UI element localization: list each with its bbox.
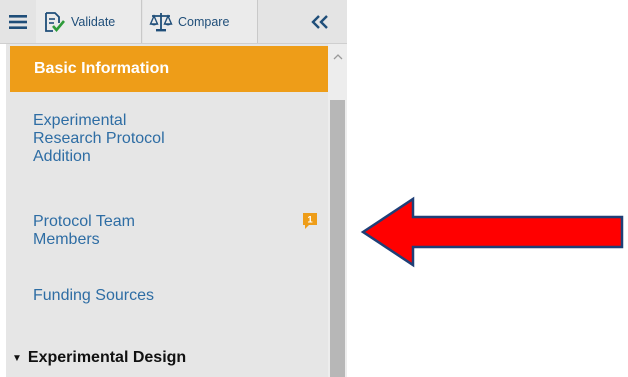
validate-button[interactable]: Validate <box>36 0 142 43</box>
nav-item-label-line: Funding Sources <box>33 287 154 304</box>
comment-badge-icon[interactable]: 1 <box>302 212 318 230</box>
section-title: Experimental Design <box>27 349 187 366</box>
nav-item-label-line: Research Protocol <box>33 130 165 147</box>
hamburger-icon <box>9 14 27 29</box>
double-chevron-left-icon <box>311 14 328 29</box>
nav-item-funding-sources[interactable]: Funding Sources <box>33 287 154 305</box>
document-check-icon <box>45 11 65 32</box>
protocol-sidebar: Validate Compare Basic Information Exper… <box>0 0 347 377</box>
nav-item-label-line: Addition <box>33 148 91 165</box>
balance-scale-icon <box>149 12 173 31</box>
compare-label: Compare <box>178 14 230 29</box>
nav-item-experimental-research-protocol-addition[interactable]: Experimental Research Protocol Addition <box>33 112 165 166</box>
menu-button[interactable] <box>4 0 32 43</box>
nav-item-basic-information[interactable]: Basic Information <box>10 46 328 92</box>
section-experimental-design[interactable]: ▼ Experimental Design <box>0 346 328 370</box>
caret-down-icon: ▼ <box>12 352 22 364</box>
red-arrow-icon <box>360 196 624 268</box>
scrollbar-thumb[interactable] <box>330 100 345 377</box>
validate-label: Validate <box>71 14 116 29</box>
nav-item-label-line: Members <box>33 231 100 248</box>
collapse-panel-button[interactable] <box>300 0 340 43</box>
nav-item-protocol-team-members[interactable]: Protocol Team Members <box>33 213 135 249</box>
sidebar-toolbar: Validate Compare <box>0 0 347 44</box>
nav-item-label: Basic Information <box>34 60 170 77</box>
chevron-up-icon <box>333 54 342 60</box>
nav-item-label-line: Experimental <box>33 112 127 129</box>
nav-item-label-line: Protocol Team <box>33 213 135 230</box>
panel-left-edge <box>0 44 6 377</box>
badge-count: 1 <box>307 215 313 226</box>
scroll-up-button[interactable] <box>330 50 345 64</box>
compare-button[interactable]: Compare <box>143 0 258 43</box>
